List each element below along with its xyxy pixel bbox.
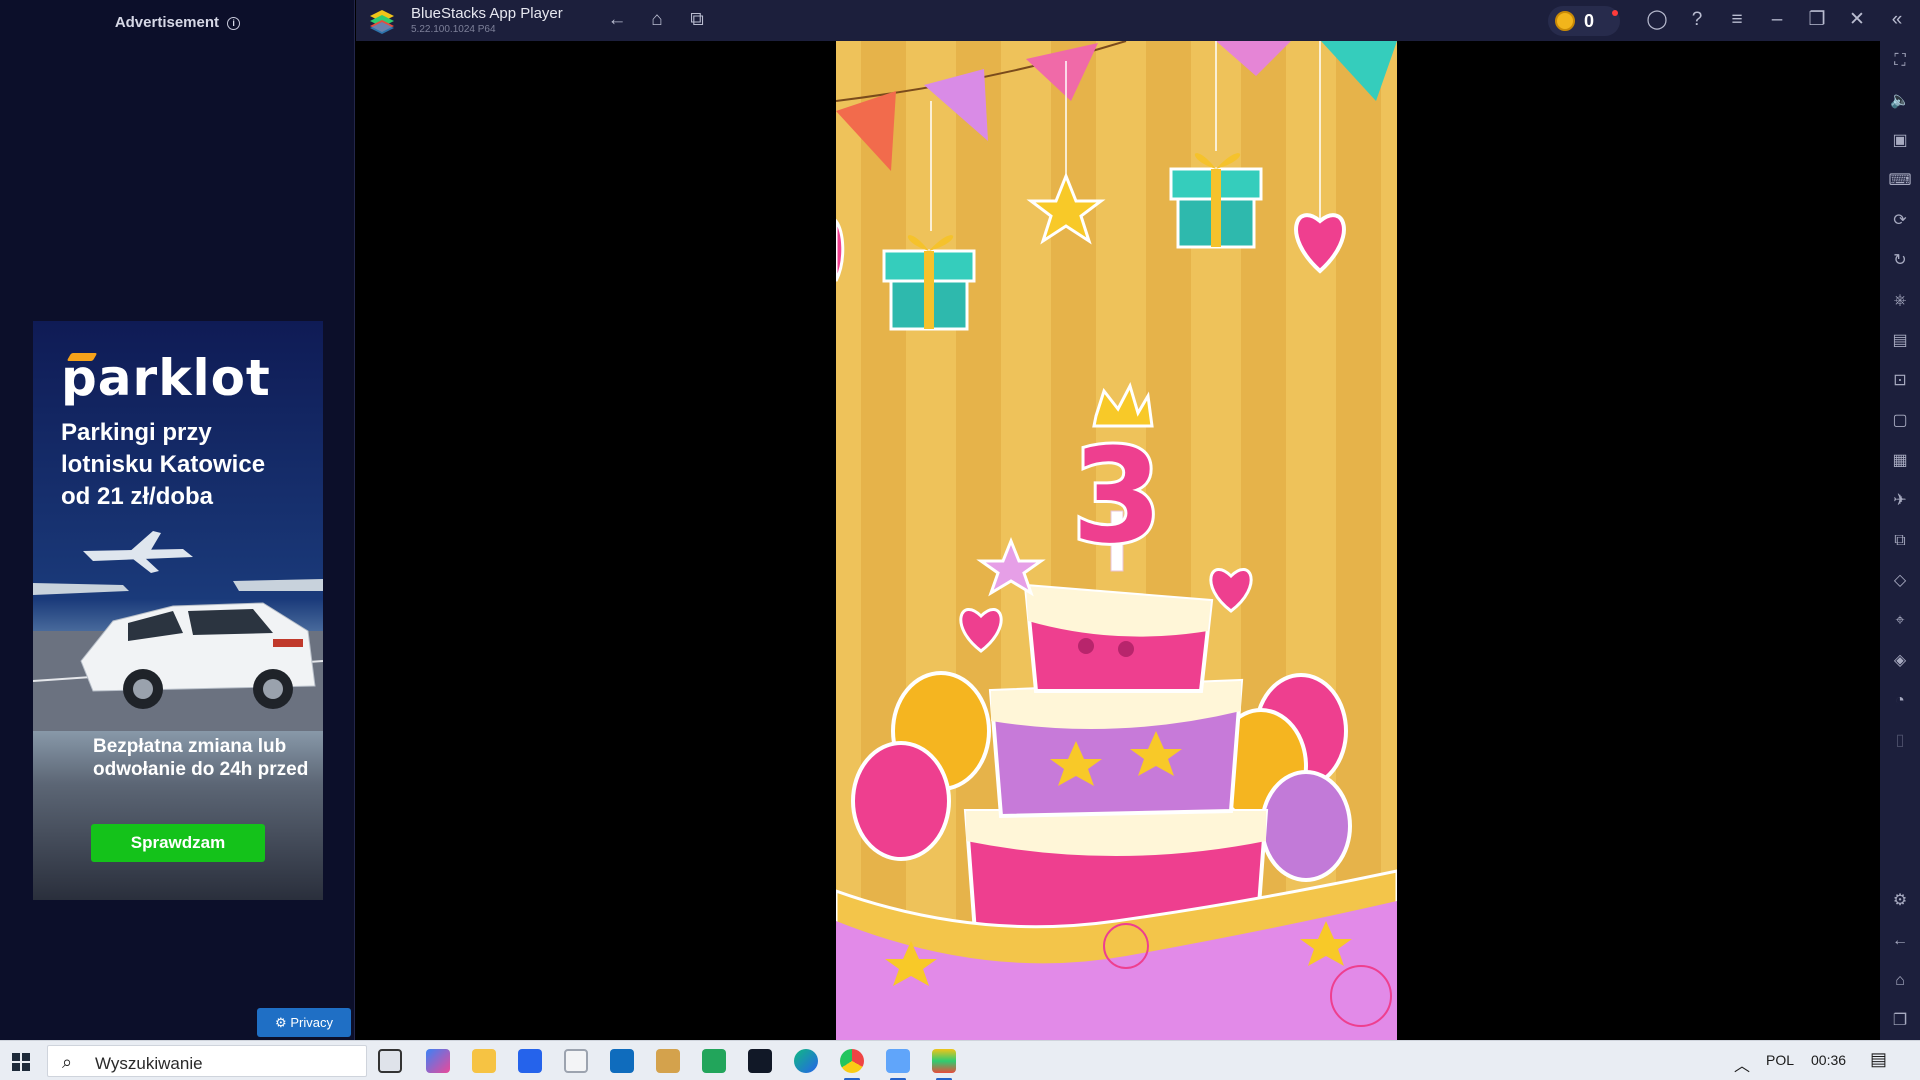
task-view-icon[interactable]: [378, 1049, 402, 1073]
coin-balance[interactable]: 0: [1548, 6, 1620, 36]
notification-dot: [1612, 10, 1618, 16]
account-icon[interactable]: ◯: [1646, 9, 1668, 31]
home-icon[interactable]: ⌂: [1888, 969, 1912, 993]
minimize-icon[interactable]: –: [1766, 9, 1788, 31]
info-icon[interactable]: i: [227, 16, 241, 30]
ad-cta-button[interactable]: Sprawdzam: [91, 824, 265, 862]
search-placeholder: Wyszukiwanie: [95, 1054, 203, 1073]
bluestacks-logo-icon: [370, 10, 394, 34]
game-screen[interactable]: 3: [836, 41, 1397, 1040]
outlook-icon[interactable]: [610, 1049, 634, 1073]
panel-icon: ▯: [1895, 732, 1905, 749]
keyboard-icon[interactable]: ⌨: [1888, 169, 1912, 193]
gamepad-icon[interactable]: ⎈: [1888, 289, 1912, 313]
app-title: BlueStacks App Player: [411, 5, 563, 22]
coin-icon: [1555, 11, 1575, 31]
taskbar-search[interactable]: ⌕ Wyszukiwanie: [47, 1045, 367, 1077]
titlebar: BlueStacks App Player 5.22.100.1024 P64 …: [356, 0, 1920, 41]
back-icon[interactable]: ←: [606, 9, 628, 31]
record-icon[interactable]: ▢: [1888, 409, 1912, 433]
rotate-icon[interactable]: ↻: [1888, 249, 1912, 273]
screenshot-icon[interactable]: ⊡: [1888, 369, 1912, 393]
close-icon[interactable]: ✕: [1846, 9, 1868, 31]
coin-count: 0: [1584, 11, 1595, 31]
menu-icon[interactable]: ≡: [1726, 9, 1748, 31]
help-icon[interactable]: ?: [1686, 9, 1708, 31]
restore-icon[interactable]: ❐: [1806, 9, 1828, 31]
app-version: 5.22.100.1024 P64: [411, 24, 496, 35]
settings-icon[interactable]: ⚙: [1888, 889, 1912, 913]
notifications-icon[interactable]: ▤: [1870, 1049, 1887, 1070]
ad-panel: Advertisement i parklot Parkingi przy lo…: [0, 0, 355, 1040]
ad-header-label: Advertisement: [114, 14, 220, 31]
clock[interactable]: 00:36: [1811, 1052, 1846, 1068]
gear-icon: ⚙: [275, 1015, 287, 1030]
windows-taskbar: ⌕ Wyszukiwanie ︿ POL 00:36 ▤: [0, 1040, 1920, 1080]
fullscreen-icon[interactable]: ⛶: [1888, 49, 1912, 73]
multi-instance-icon[interactable]: ⧉: [1888, 529, 1912, 553]
home-icon[interactable]: ⌂: [646, 9, 668, 31]
chrome-icon[interactable]: [840, 1049, 864, 1080]
age-number: 3: [1072, 420, 1162, 572]
copilot-icon[interactable]: [426, 1049, 450, 1073]
logo-mark-icon: [66, 353, 98, 361]
apk-icon[interactable]: ▤: [1888, 329, 1912, 353]
edge-icon[interactable]: [794, 1049, 818, 1073]
photoshop-icon[interactable]: [748, 1049, 772, 1073]
ad-headline: Parkingi przy lotnisku Katowice od 21 zł…: [61, 419, 266, 510]
file-explorer-icon[interactable]: [472, 1049, 496, 1073]
multi-instance-icon[interactable]: ⧉: [686, 9, 708, 31]
back-icon[interactable]: ←: [1888, 929, 1912, 953]
windows-start-icon[interactable]: [12, 1053, 30, 1071]
ad-header: Advertisement i: [0, 14, 355, 31]
airplane-icon[interactable]: ✈: [1888, 489, 1912, 513]
show-hidden-icons-icon[interactable]: ︿: [1734, 1052, 1750, 1076]
layers-icon[interactable]: ◈: [1888, 649, 1912, 673]
photos-icon[interactable]: [886, 1049, 910, 1080]
gallery-icon[interactable]: ▦: [1888, 449, 1912, 473]
ad-subtext: Bezpłatna zmiana lub odwołanie do 24h pr…: [93, 736, 309, 780]
desktop: Advertisement i parklot Parkingi przy lo…: [0, 0, 1920, 1080]
location-icon[interactable]: ⌖: [1888, 609, 1912, 633]
language-indicator[interactable]: POL: [1766, 1052, 1794, 1068]
search-icon: ⌕: [62, 1052, 73, 1072]
birthday-cake-illustration: 3: [836, 41, 1397, 1040]
volume-icon[interactable]: 🔈: [1888, 89, 1912, 113]
collapse-sidebar-icon[interactable]: «: [1886, 9, 1908, 31]
privacy-button[interactable]: ⚙ Privacy: [257, 1008, 351, 1037]
app-icon[interactable]: [656, 1049, 680, 1073]
eraser-icon[interactable]: ◇: [1888, 569, 1912, 593]
home-icon[interactable]: [564, 1049, 588, 1073]
media-icon[interactable]: ▣: [1888, 129, 1912, 153]
bluestacks-icon[interactable]: [932, 1049, 956, 1080]
macro-icon[interactable]: ⟳: [1888, 209, 1912, 233]
store-icon[interactable]: [518, 1049, 542, 1073]
recent-apps-icon[interactable]: ❐: [1888, 1009, 1912, 1033]
vpn-icon[interactable]: [702, 1049, 726, 1073]
eco-mode-icon[interactable]: ◔: [1888, 689, 1912, 713]
right-sidebar: ⛶ 🔈 ▣ ⌨ ⟳ ↻ ⎈ ▤ ⊡ ▢ ▦ ✈ ⧉ ◇ ⌖ ◈ ◔ ▯ ⚙ ← …: [1880, 41, 1920, 1040]
airport-car-illustration: [33, 531, 323, 731]
ad-banner[interactable]: parklot Parkingi przy lotnisku Katowice …: [33, 321, 323, 900]
privacy-label: Privacy: [290, 1015, 333, 1030]
